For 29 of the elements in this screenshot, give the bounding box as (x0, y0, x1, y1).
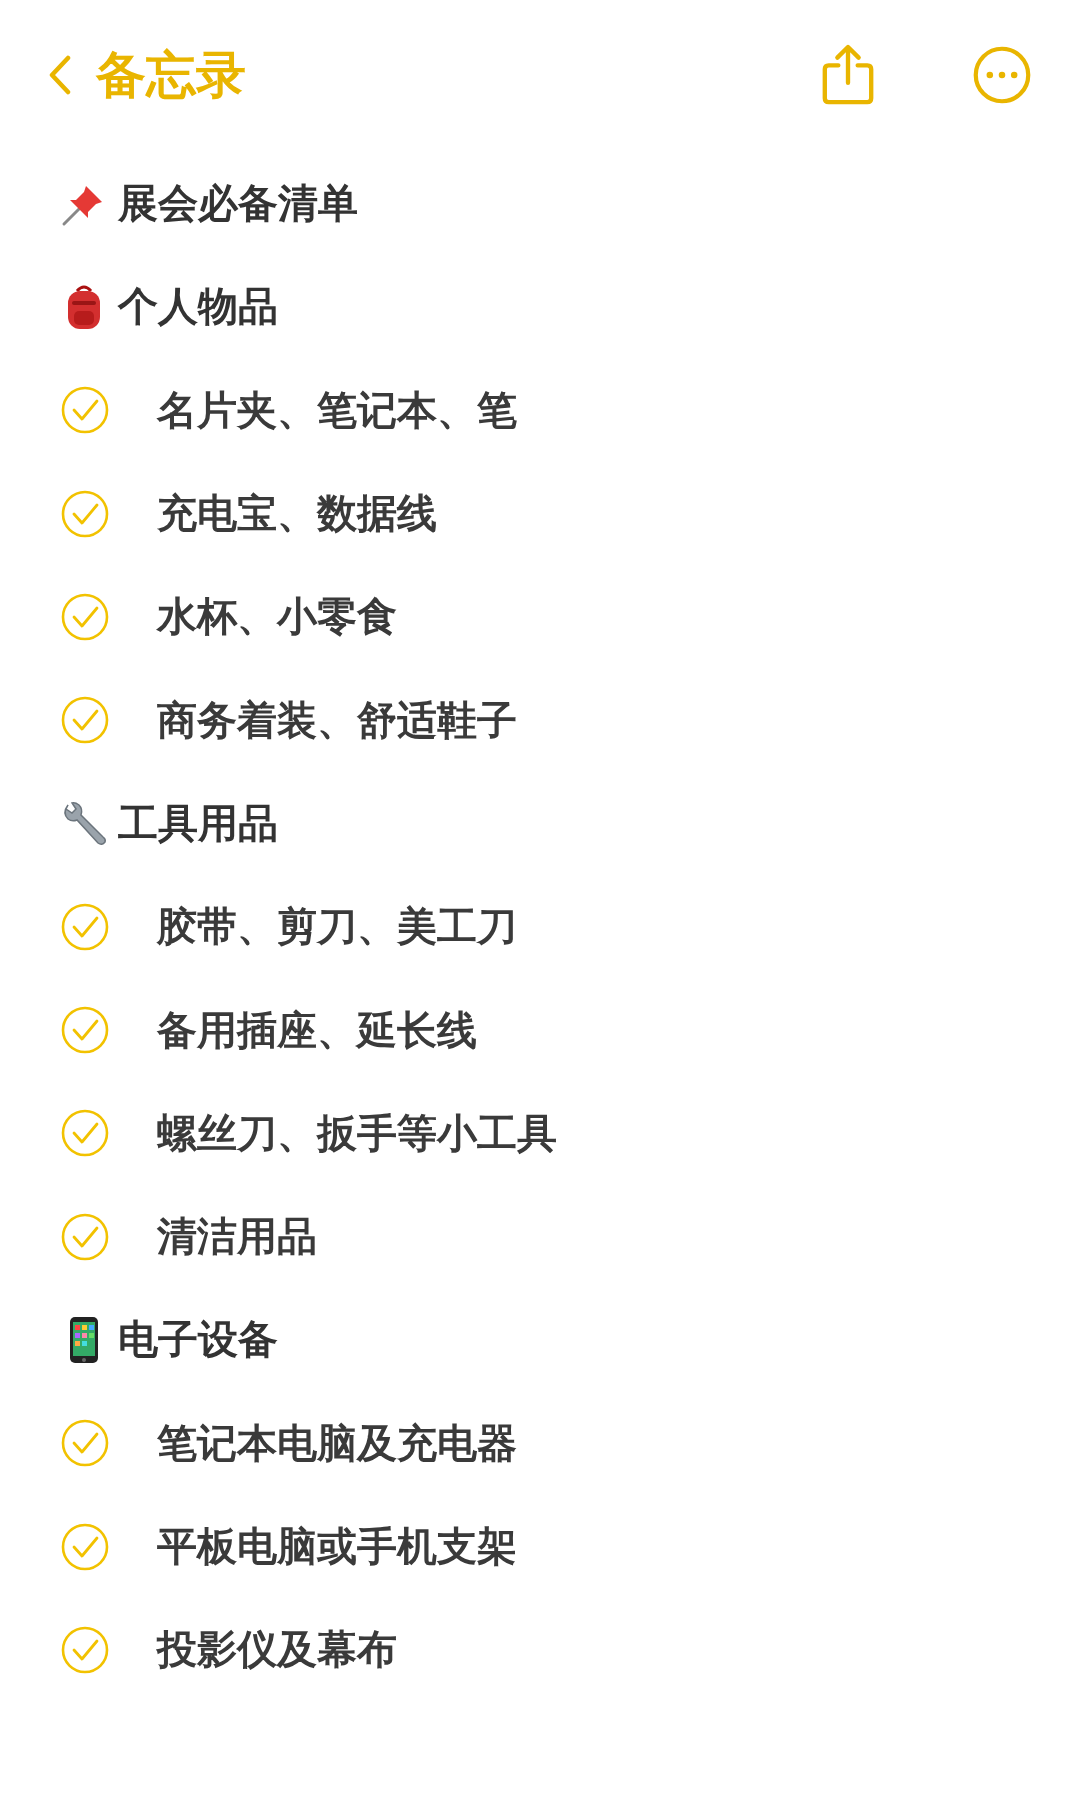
checklist-item-text: 螺丝刀、扳手等小工具 (157, 1108, 557, 1158)
more-icon[interactable] (972, 45, 1032, 105)
back-button[interactable]: 备忘录 (48, 41, 246, 109)
checked-checkbox[interactable] (60, 1108, 110, 1159)
checklist-item-text: 平板电脑或手机支架 (157, 1522, 517, 1571)
checklist-item-text: 清洁用品 (157, 1212, 317, 1262)
checklist-item-text: 商务着装、舒适鞋子 (157, 695, 517, 745)
checklist-item-text: 胶带、剪刀、美工刀 (157, 902, 517, 952)
back-chevron-icon (48, 55, 72, 95)
checked-checkbox[interactable] (60, 1005, 110, 1055)
checked-checkbox[interactable] (60, 1521, 110, 1572)
checked-checkbox[interactable] (60, 1211, 110, 1262)
checklist-item-text: 备用插座、延长线 (157, 1005, 477, 1055)
checked-checkbox[interactable] (60, 695, 110, 746)
checked-checkbox[interactable] (60, 385, 110, 436)
checked-checkbox[interactable] (60, 1418, 110, 1469)
section-heading: 电子设备 (118, 1315, 278, 1365)
checklist-item-text: 名片夹、笔记本、笔 (157, 385, 517, 435)
checklist-item-text: 水杯、小零食 (157, 592, 397, 642)
checked-checkbox[interactable] (60, 901, 110, 952)
section-heading: 个人物品 (118, 282, 278, 332)
checklist-item-text: 笔记本电脑及充电器 (157, 1418, 517, 1468)
checked-checkbox[interactable] (60, 591, 110, 642)
checked-checkbox[interactable] (60, 1624, 110, 1675)
checklist-item-text: 充电宝、数据线 (157, 489, 437, 539)
note-title: 展会必备清单 (118, 179, 358, 229)
checked-checkbox[interactable] (60, 488, 110, 539)
checklist-item-text: 投影仪及幕布 (157, 1625, 397, 1675)
section-heading: 工具用品 (118, 798, 278, 848)
